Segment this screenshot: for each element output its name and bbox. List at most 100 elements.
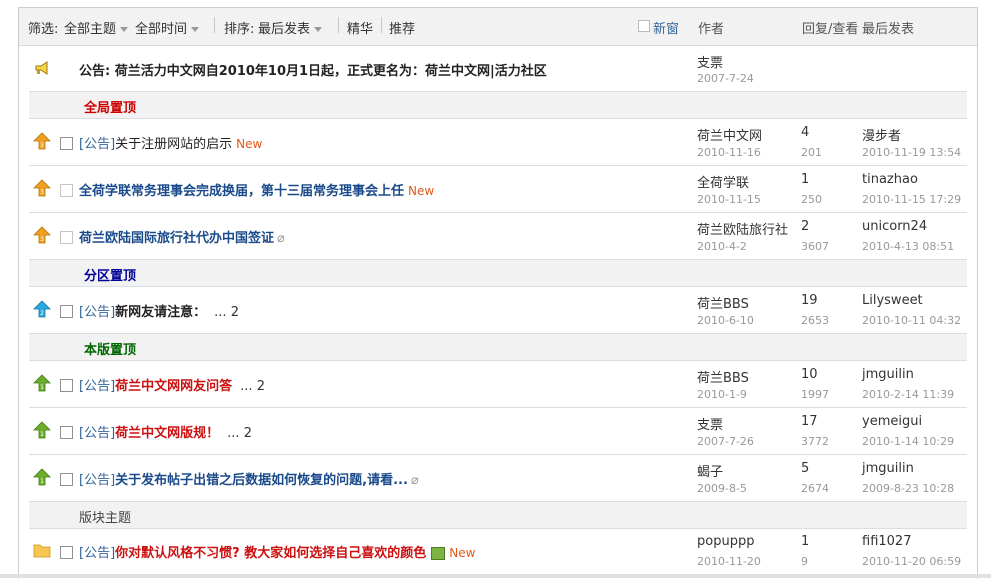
svg-text:1: 1 [40,431,44,438]
author-link[interactable]: 荷兰欧陆旅行社 [697,219,788,238]
sort-label: 排序: [224,22,255,37]
divider [338,17,339,33]
reply-count: 10 [801,367,818,382]
author-column-header: 作者 [698,22,725,37]
table-row: 3 全荷学联常务理事会完成换届，第十三届常务理事会上任 New 全荷学联 2010… [29,166,967,213]
chevron-down-icon [120,27,129,32]
board-sticky-icon: 1 [33,374,51,392]
global-sticky-icon: 3 [33,179,51,197]
last-post-column-header: 最后发表 [862,22,915,37]
last-post-time-link[interactable]: 2010-11-15 17:29 [862,193,961,206]
last-post-time-link[interactable]: 2010-10-11 04:32 [862,314,961,327]
author-link[interactable]: 荷兰BBS [697,367,749,386]
author-link[interactable]: 蝎子 [697,461,723,480]
thread-title-link[interactable]: 关于注册网站的启示 [115,137,232,152]
last-post-time-link[interactable]: 2010-1-14 10:29 [862,435,954,448]
author-link[interactable]: 荷兰BBS [697,293,749,312]
filter-bar: 筛选: 全部主题 全部时间 排序: 最后发表 精华 推荐 新窗 作者 回复/查看… [19,8,977,46]
reply-count: 17 [801,414,818,429]
folder-icon [33,544,51,558]
page-links[interactable]: ... 2 [227,426,252,441]
thread-title-link[interactable]: 新网友请注意： [115,305,206,320]
new-badge: New [408,184,435,198]
recommend-filter-link[interactable]: 推荐 [389,18,415,37]
svg-text:2: 2 [40,310,44,317]
author-link[interactable]: 支票 [697,52,723,71]
prefix-link[interactable]: [公告] [79,546,115,561]
filter-label: 筛选: [28,22,59,37]
section-zone-sticky: 分区置顶 [29,260,967,287]
post-date: 2010-1-9 [697,388,747,401]
page-links[interactable]: ... 2 [214,305,239,320]
svg-text:1: 1 [40,478,44,485]
reply-count: 19 [801,293,818,308]
last-post-time-link[interactable]: 2010-2-14 11:39 [862,388,954,401]
last-post-time-link[interactable]: 2010-11-19 13:54 [862,146,961,159]
digest-filter-link[interactable]: 精华 [347,18,373,37]
all-topics-dropdown[interactable]: 全部主题 [64,18,129,37]
thread-title-link[interactable]: 全荷学联常务理事会完成换届，第十三届常务理事会上任 [79,184,404,199]
last-poster-link[interactable]: Lilysweet [862,293,923,308]
thread-checkbox[interactable] [60,546,73,559]
last-post-time-link[interactable]: 2009-8-23 10:28 [862,482,954,495]
thread-checkbox[interactable] [60,137,73,150]
last-poster-link[interactable]: jmguilin [862,367,914,382]
view-count: 9 [801,555,808,568]
last-post-time-link[interactable]: 2010-4-13 08:51 [862,240,954,253]
last-poster-link[interactable]: jmguilin [862,461,914,476]
table-row: 2 [公告]新网友请注意： ... 2 荷兰BBS 2010-6-10 19 26… [29,287,967,334]
thread-title-link[interactable]: 荷兰中文网网友问答 [115,379,232,394]
prefix-link[interactable]: [公告] [79,137,115,152]
thread-title-link[interactable]: 关于发布帖子出错之后数据如何恢复的问题,请看... [115,473,408,488]
thread-checkbox[interactable] [60,473,73,486]
prefix-link[interactable]: [公告] [79,379,115,394]
author-link[interactable]: 全荷学联 [697,172,749,191]
thread-checkbox[interactable] [60,184,73,197]
thread-title-link[interactable]: 荷兰中文网版规！ [115,426,219,441]
section-title: 本版置顶 [84,343,137,358]
section-title: 全局置顶 [84,101,137,116]
last-poster-link[interactable]: 漫步者 [862,125,901,144]
prefix-link[interactable]: [公告] [79,473,115,488]
last-poster-link[interactable]: fifi1027 [862,534,911,549]
sort-dropdown[interactable]: 最后发表 [258,18,323,37]
author-link[interactable]: 荷兰中文网 [697,125,762,144]
post-date: 2009-8-5 [697,482,747,495]
view-count: 3607 [801,240,829,253]
thread-title-link[interactable]: 荷兰欧陆国际旅行社代办中国签证 [79,231,274,246]
announcement-link[interactable]: 公告: 荷兰活力中文网自2010年10月1日起，正式更名为：荷兰中文网|活力社区 [79,60,547,79]
section-board-topics: 版块主题 [29,502,967,529]
last-post-time-link[interactable]: 2010-11-20 06:59 [862,555,961,568]
page-links[interactable]: ... 2 [240,379,265,394]
post-date: 2010-4-2 [697,240,747,253]
reply-count: 2 [801,219,810,234]
last-poster-link[interactable]: unicorn24 [862,219,927,234]
author-link[interactable]: 支票 [697,414,723,433]
thread-checkbox[interactable] [60,231,73,244]
last-poster-link[interactable]: tinazhao [862,172,918,187]
table-row: 1 [公告]荷兰中文网版规！ ... 2 支票 2007-7-26 17 3772… [29,408,967,455]
new-badge: New [236,137,263,151]
thread-checkbox[interactable] [60,305,73,318]
svg-text:1: 1 [40,384,44,391]
thread-checkbox[interactable] [60,379,73,392]
announcement-row: 公告: 荷兰活力中文网自2010年10月1日起，正式更名为：荷兰中文网|活力社区… [29,46,967,92]
prefix-link[interactable]: [公告] [79,426,115,441]
svg-text:3: 3 [40,142,44,149]
post-date: 2010-11-16 [697,146,761,159]
new-window-label[interactable]: 新窗 [653,18,679,37]
last-poster-link[interactable]: yemeigui [862,414,922,429]
all-time-dropdown[interactable]: 全部时间 [135,18,200,37]
table-row: 3 荷兰欧陆国际旅行社代办中国签证 ⌀ 荷兰欧陆旅行社 2010-4-2 2 36… [29,213,967,260]
thread-title-link[interactable]: 你对默认风格不习惯? 教大家如何选择自己喜欢的颜色 [115,546,426,561]
post-date: 2010-11-20 [697,555,761,568]
horizontal-scrollbar[interactable] [0,574,991,578]
thread-checkbox[interactable] [60,426,73,439]
table-row: [公告]你对默认风格不习惯? 教大家如何选择自己喜欢的颜色 New popuppp… [29,529,967,575]
prefix-link[interactable]: [公告] [79,305,115,320]
divider [381,17,382,33]
author-link[interactable]: popuppp [697,534,754,549]
new-window-checkbox[interactable] [638,20,650,32]
table-row: 1 [公告]荷兰中文网网友问答 ... 2 荷兰BBS 2010-1-9 10 1… [29,361,967,408]
section-global-sticky: 全局置顶 [29,92,967,119]
